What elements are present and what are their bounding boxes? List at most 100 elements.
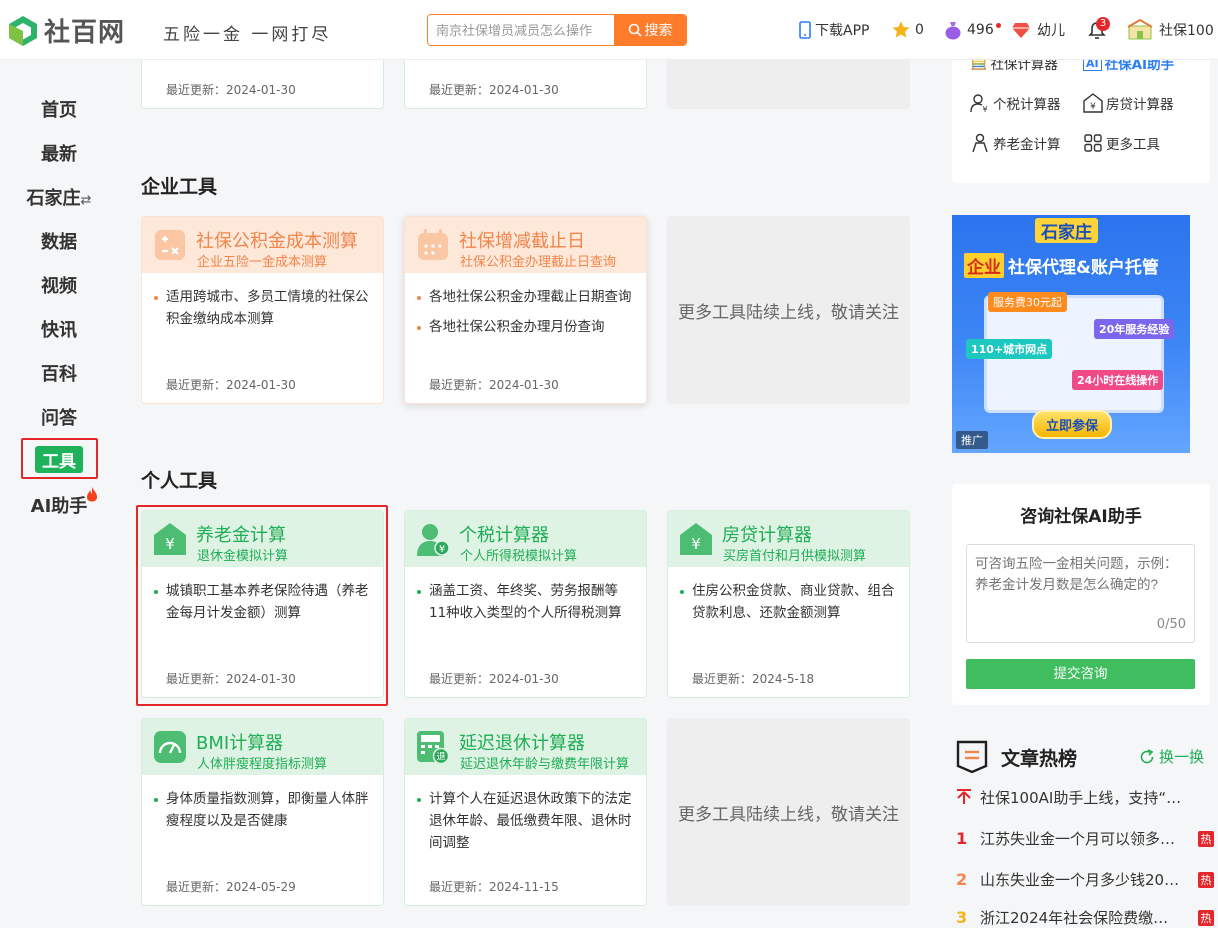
tool-card-desc-item: 适用跨城市、多员工情境的社保公积金缴纳成本测算: [154, 286, 369, 330]
tool-card-tax[interactable]: ¥ 个税计算器 个人所得税模拟计算 涵盖工资、年终奖、劳务报酬等11种收入类型的…: [404, 510, 647, 698]
tool-card-desc: 计算个人在延迟退休政策下的法定退休年龄、最低缴费年限、退休时间调整: [405, 775, 646, 854]
pension-highlight-box: [136, 505, 388, 706]
tool-card-updated: 最近更新：2024-5-18: [692, 672, 815, 686]
tool-card-updated: 最近更新：2024-01-30: [429, 672, 559, 686]
site-name: 社百网: [44, 18, 126, 48]
logo-icon: [9, 15, 37, 46]
svg-text:¥: ¥: [1090, 102, 1096, 112]
quick-tool-label: 个税计算器: [993, 97, 1061, 113]
download-app-label: 下载APP: [815, 23, 870, 39]
tool-card-updated: 最近更新：2024-01-30: [429, 378, 559, 392]
site-logo[interactable]: 社百网: [6, 12, 125, 49]
person-pension-icon: [972, 133, 988, 153]
nav-wiki[interactable]: 百科: [0, 360, 118, 386]
user-menu[interactable]: 社保100: [1127, 19, 1214, 41]
tool-card-subtitle: 企业五险一金成本测算: [197, 255, 328, 270]
tool-card-updated: 最近更新：2024-01-30: [166, 378, 296, 392]
tool-card-header: ¥ 个税计算器 个人所得税模拟计算: [405, 511, 646, 567]
svg-text:¥: ¥: [691, 535, 701, 553]
house-yuan-icon: ¥: [1083, 93, 1103, 113]
ad-banner[interactable]: 石家庄 企业 社保代理&账户托管 服务费30元起 110+城市网点 20年服务经…: [952, 215, 1190, 453]
svg-text:¥: ¥: [982, 105, 987, 113]
hot-article-title: 社保100AI助手上线，支持“…: [980, 789, 1182, 807]
tool-card-subtitle: 延迟退休年龄与缴费年限计算: [460, 757, 630, 772]
quick-tool-pension[interactable]: 养老金计算: [970, 133, 1061, 153]
calculator-retire-icon: 退: [416, 730, 450, 764]
tool-card-title: 个税计算器: [459, 525, 549, 546]
quick-tool-more[interactable]: 更多工具: [1083, 133, 1160, 153]
tool-card-cost[interactable]: 社保公积金成本测算 企业五险一金成本测算 适用跨城市、多员工情境的社保公积金缴纳…: [141, 216, 384, 404]
level-badge[interactable]: 幼儿: [1011, 19, 1065, 41]
quick-tool-mortgage[interactable]: ¥ 房贷计算器: [1083, 93, 1174, 113]
points-value: 496: [967, 22, 994, 38]
hot-articles-header: 文章热榜 换一换: [955, 739, 1212, 775]
stars-value: 0: [915, 22, 924, 38]
banner-tag4: 24小时在线操作: [1072, 370, 1164, 390]
nav-data[interactable]: 数据: [0, 228, 118, 254]
nav-qa[interactable]: 问答: [0, 404, 118, 430]
tool-card-subtitle: 个人所得税模拟计算: [460, 549, 578, 564]
person-yuan-icon: ¥: [416, 522, 450, 556]
gauge-icon: [153, 730, 187, 764]
tool-card-title: 社保公积金成本测算: [196, 231, 358, 252]
grid-icon: [1084, 134, 1102, 152]
quick-tool-label: 房贷计算器: [1106, 97, 1174, 113]
search-input[interactable]: [428, 15, 614, 45]
tool-card-subtitle: 社保公积金办理截止日查询: [460, 255, 617, 270]
tool-card-retire[interactable]: 退 延迟退休计算器 延迟退休年龄与缴费年限计算 计算个人在延迟退休政策下的法定退…: [404, 718, 647, 906]
notification-count: 3: [1096, 17, 1110, 31]
tool-card-desc: 适用跨城市、多员工情境的社保公积金缴纳成本测算: [142, 273, 383, 330]
banner-tag3: 20年服务经验: [1094, 319, 1175, 339]
refresh-button[interactable]: 换一换: [1139, 746, 1204, 767]
money-bag-icon: [945, 22, 961, 40]
download-app-link[interactable]: 下载APP: [798, 19, 869, 41]
hot-article[interactable]: 3 浙江2024年社会保险费缴… 热: [952, 907, 1214, 928]
notifications[interactable]: 3: [1088, 17, 1110, 41]
banner-tag2: 110+城市网点: [966, 339, 1053, 359]
nav-video[interactable]: 视频: [0, 272, 118, 298]
nav-city[interactable]: 石家庄⇄: [0, 184, 118, 210]
stars-count[interactable]: 0: [891, 19, 924, 41]
ai-char-count: 0/50: [1156, 617, 1186, 632]
nav-latest[interactable]: 最新: [0, 140, 118, 166]
tools-highlight-box: [21, 438, 98, 479]
nav-ai-label: AI助手: [30, 496, 88, 517]
tool-card-bmi[interactable]: BMI计算器 人体胖瘦程度指标测算 身体质量指数测算，即衡量人体胖瘦程度以及是否…: [141, 718, 384, 906]
tool-card-header: ¥ 房贷计算器 买房首付和月供模拟测算: [668, 511, 909, 567]
hot-article-title: 浙江2024年社会保险费缴…: [980, 909, 1169, 927]
hot-article[interactable]: 1 江苏失业金一个月可以领多… 热: [952, 828, 1214, 849]
tool-card-mortgage[interactable]: ¥ 房贷计算器 买房首付和月供模拟测算 住房公积金贷款、商业贷款、组合贷款利息、…: [667, 510, 910, 698]
nav-home[interactable]: 首页: [0, 96, 118, 122]
pin-top-icon: [952, 788, 980, 808]
user-avatar-icon: [1127, 19, 1153, 40]
banner-cta-button[interactable]: 立即参保: [1032, 410, 1113, 439]
site-slogan: 五险一金 一网打尽: [163, 25, 332, 45]
search-button[interactable]: 搜索: [614, 15, 686, 45]
hot-article[interactable]: 2 山东失业金一个月多少钱20… 热: [952, 869, 1214, 890]
tool-card-subtitle: 人体胖瘦程度指标测算: [197, 757, 328, 772]
svg-text:¥: ¥: [439, 544, 445, 555]
swap-icon: ⇄: [80, 193, 92, 208]
fire-icon: [87, 487, 97, 502]
partial-card-updated: 最近更新：2024-01-30: [429, 83, 559, 97]
hot-article-pinned[interactable]: 社保100AI助手上线，支持“…: [952, 787, 1214, 808]
hot-article-title: 山东失业金一个月多少钱20…: [980, 871, 1180, 889]
points-count[interactable]: 496: [944, 19, 1001, 41]
nav-news[interactable]: 快讯: [0, 316, 118, 342]
search-bar: 搜索: [427, 14, 687, 46]
hot-badge: 热: [1198, 909, 1214, 926]
tool-card-updated: 最近更新：2024-11-15: [429, 880, 559, 894]
nav-ai-assistant[interactable]: AI助手: [0, 487, 118, 518]
points-dot: [995, 22, 1001, 28]
yuan-house-icon: ¥: [679, 522, 713, 556]
tool-card-desc-item: 计算个人在延迟退休政策下的法定退休年龄、最低缴费年限、退休时间调整: [417, 788, 632, 854]
ai-submit-button[interactable]: 提交咨询: [966, 659, 1195, 689]
quick-tool-tax[interactable]: ¥ 个税计算器: [970, 93, 1061, 113]
user-name: 社保100: [1159, 23, 1214, 39]
ai-consult-title: 咨询社保AI助手: [1020, 507, 1142, 527]
tool-card-header: 退 延迟退休计算器 延迟退休年龄与缴费年限计算: [405, 719, 646, 775]
person-tax-icon: ¥: [970, 94, 988, 113]
tool-card-deadline[interactable]: 社保增减截止日 社保公积金办理截止日查询 各地社保公积金办理截止日期查询 各地社…: [404, 216, 647, 404]
nav-city-label: 石家庄: [26, 188, 81, 209]
banner-tag1: 服务费30元起: [988, 292, 1067, 312]
